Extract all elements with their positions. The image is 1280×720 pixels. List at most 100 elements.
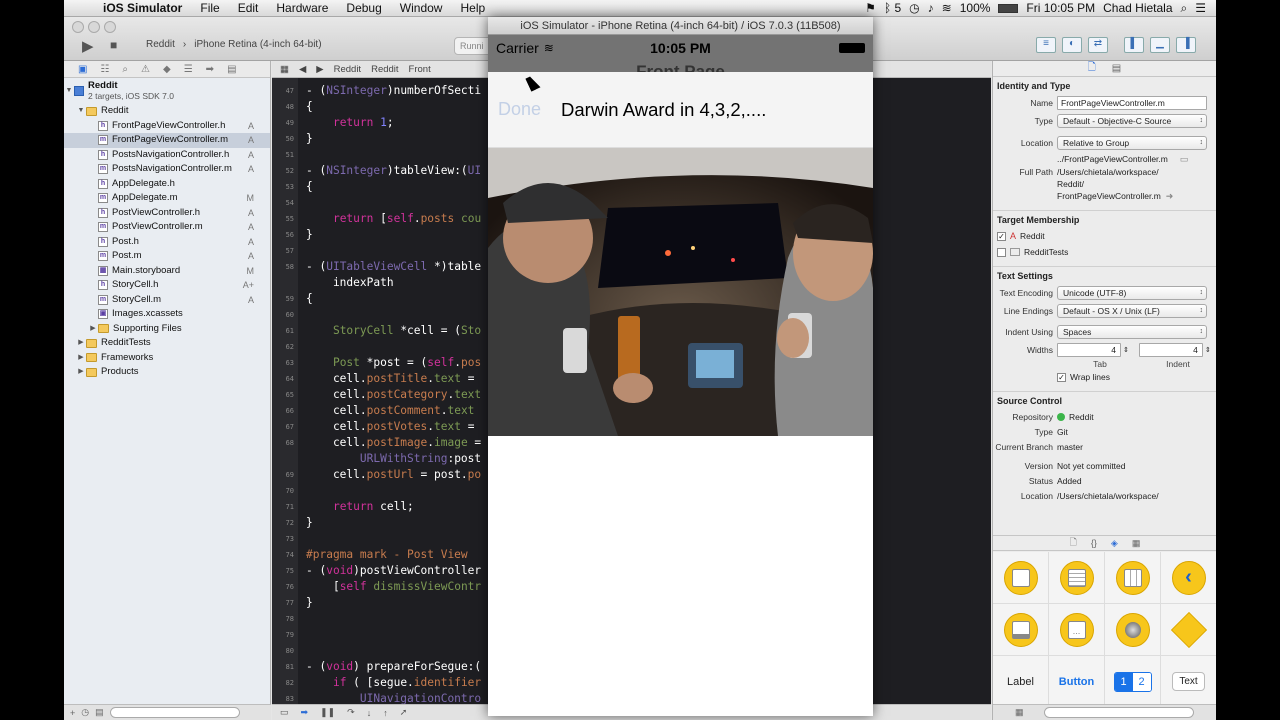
menu-debug[interactable]: Debug (337, 1, 390, 15)
menu-hardware[interactable]: Hardware (267, 1, 337, 15)
related-items-icon[interactable]: ▦ (280, 64, 289, 75)
object-library-icon[interactable]: ◈ (1111, 538, 1118, 549)
disclosure-open-icon[interactable]: ▼ (76, 104, 86, 119)
wrap-lines-checkbox[interactable]: ✓ (1057, 372, 1066, 382)
utilities-toggle-icon[interactable]: ▐ (1176, 37, 1196, 53)
media-library-icon[interactable]: ▦ (1132, 538, 1141, 549)
library-glkit-view-controller[interactable] (1105, 604, 1161, 656)
library-button[interactable]: Button (1049, 656, 1105, 708)
search-navigator-icon[interactable]: ⌕ (122, 64, 128, 75)
navigator-item[interactable]: h PostsNavigationController.h A (64, 148, 270, 163)
issue-navigator-icon[interactable]: ⚠ (141, 64, 150, 75)
navigator-item[interactable]: ▣ Images.xcassets (64, 307, 270, 322)
library-page-view-controller[interactable]: … (1049, 604, 1105, 656)
disclosure-open-icon[interactable]: ▼ (64, 84, 74, 99)
disclosure-closed-icon[interactable]: ▶ (88, 322, 98, 337)
symbol-navigator-icon[interactable]: ☷ (100, 64, 109, 75)
navigator-item[interactable]: h FrontPageViewController.h A (64, 119, 270, 134)
navigator-item[interactable]: m AppDelegate.m M (64, 191, 270, 206)
log-navigator-icon[interactable]: ▤ (227, 64, 236, 75)
menu-help[interactable]: Help (451, 1, 494, 15)
user-name[interactable]: Chad Hietala (1103, 1, 1172, 15)
navigator-item[interactable]: m StoryCell.m A (64, 293, 270, 308)
step-over-icon[interactable]: ↷ (347, 707, 355, 718)
jump-bar-file[interactable]: Front (409, 64, 431, 75)
navigator-item[interactable]: ▶ Supporting Files (64, 322, 270, 337)
library-tab-bar-controller[interactable] (993, 604, 1049, 656)
navigator-item[interactable]: h StoryCell.h A+ (64, 278, 270, 293)
navigator-item[interactable]: m Post.m A (64, 249, 270, 264)
tab-width-field[interactable]: 4 (1057, 343, 1121, 357)
jump-bar-group[interactable]: Reddit (371, 64, 398, 75)
hide-debug-area-icon[interactable]: ▭ (280, 707, 289, 718)
time-machine-icon[interactable]: ◷ (909, 1, 919, 15)
done-button[interactable]: Done (498, 99, 541, 120)
indent-width-stepper[interactable]: ⇕ (1205, 346, 1211, 354)
name-field[interactable]: FrontPageViewController.m (1057, 96, 1207, 110)
spotlight-search-icon[interactable]: ⌕ (1181, 1, 1188, 16)
wifi-icon[interactable]: ≋ (942, 1, 952, 15)
menu-clock[interactable]: Fri 10:05 PM (1026, 1, 1095, 15)
library-text-field[interactable]: Text (1161, 656, 1216, 708)
type-popup[interactable]: Default - Objective-C Source (1057, 114, 1207, 128)
volume-icon[interactable]: ♪ (928, 1, 934, 15)
navigator-item[interactable]: ▶ Frameworks (64, 351, 270, 366)
target-tests-checkbox[interactable] (997, 247, 1006, 257)
library-view-controller[interactable] (993, 552, 1049, 604)
zoom-window-button[interactable] (104, 21, 116, 33)
test-navigator-icon[interactable]: ◆ (163, 64, 171, 75)
battery-percent[interactable]: 100% (960, 1, 991, 15)
library-label[interactable]: Label (993, 656, 1049, 708)
back-icon[interactable]: ◀ (299, 64, 306, 75)
run-button-icon[interactable]: ▶ (82, 37, 94, 55)
debug-toggle-icon[interactable]: ▁ (1150, 37, 1170, 53)
navigator-item[interactable]: ▶ RedditTests (64, 336, 270, 351)
quick-help-icon[interactable]: ▤ (1112, 63, 1121, 74)
file-inspector-icon[interactable]: 🗋 (1088, 60, 1096, 77)
menu-edit[interactable]: Edit (229, 1, 268, 15)
breakpoints-toggle-icon[interactable]: ➡ (301, 707, 309, 718)
file-template-library-icon[interactable]: 🗋 (1070, 535, 1077, 551)
recent-files-icon[interactable]: ◷ (81, 707, 89, 718)
navigator-item[interactable]: m PostViewController.m A (64, 220, 270, 235)
navigator-item[interactable]: h PostViewController.h A (64, 206, 270, 221)
location-popup[interactable]: Relative to Group (1057, 136, 1207, 150)
library-segmented-control[interactable]: 12 (1105, 656, 1161, 708)
tab-width-stepper[interactable]: ⇕ (1123, 346, 1129, 354)
close-window-button[interactable] (72, 21, 84, 33)
forward-icon[interactable]: ▶ (316, 64, 323, 75)
navigator-filter-input[interactable] (109, 707, 240, 718)
battery-icon[interactable] (998, 3, 1019, 13)
reveal-in-finder-icon[interactable]: ➜ (1166, 191, 1174, 202)
step-out-icon[interactable]: ↑ (383, 708, 388, 718)
minimize-window-button[interactable] (88, 21, 100, 33)
debug-navigator-icon[interactable]: ☰ (184, 64, 193, 75)
stop-button-icon[interactable]: ■ (110, 38, 117, 52)
navigator-item[interactable]: h AppDelegate.h (64, 177, 270, 192)
disclosure-closed-icon[interactable]: ▶ (76, 336, 86, 351)
code-snippet-library-icon[interactable]: {} (1091, 538, 1097, 548)
app-status-icon[interactable]: ⚑ (865, 1, 876, 15)
disclosure-closed-icon[interactable]: ▶ (76, 351, 86, 366)
notification-center-icon[interactable]: ☰ (1195, 1, 1206, 15)
version-editor-icon[interactable]: ⇄ (1088, 37, 1108, 53)
project-navigator-icon[interactable]: ▣ (78, 64, 87, 75)
navigator-item[interactable]: m FrontPageViewController.m A (64, 133, 270, 148)
bluetooth-icon[interactable]: ᛒ 5 (884, 1, 901, 15)
menu-window[interactable]: Window (391, 1, 452, 15)
indent-using-popup[interactable]: Spaces (1057, 325, 1207, 339)
reveal-folder-icon[interactable]: ▭ (1180, 154, 1189, 165)
standard-editor-icon[interactable]: ≡ (1036, 37, 1056, 53)
location-icon[interactable]: ➚ (400, 707, 408, 718)
add-file-icon[interactable]: + (70, 708, 75, 718)
navigator-item[interactable]: ▦ Main.storyboard M (64, 264, 270, 279)
assistant-editor-icon[interactable]: ◐ (1062, 37, 1082, 53)
disclosure-closed-icon[interactable]: ▶ (76, 365, 86, 380)
app-menu[interactable]: iOS Simulator (94, 1, 191, 15)
grid-view-icon[interactable]: ▦ (1015, 707, 1024, 718)
menu-file[interactable]: File (191, 1, 228, 15)
simulator-title-bar[interactable]: iOS Simulator - iPhone Retina (4-inch 64… (488, 17, 873, 35)
indent-width-field[interactable]: 4 (1138, 343, 1203, 357)
scheme-selector[interactable]: Reddit › iPhone Retina (4-inch 64-bit) (146, 39, 322, 50)
scm-filter-icon[interactable]: ▤ (95, 707, 104, 718)
